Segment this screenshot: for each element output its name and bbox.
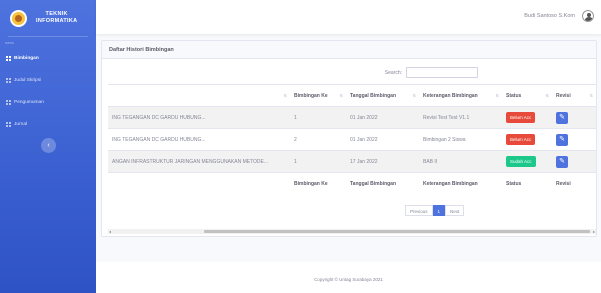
- column-header-status[interactable]: Status ⇅: [502, 84, 552, 107]
- logo-icon: [10, 9, 27, 27]
- table-row: ANGAN INFRASTRUKTUR JARINGAN MENGGUNAKAN…: [108, 150, 596, 173]
- footer-revisi: Revisi: [552, 172, 596, 195]
- column-header-keterangan[interactable]: Keterangan Bimbingan ⇅: [419, 84, 502, 107]
- cell-tanggal: 01 Jan 2022: [346, 106, 419, 129]
- footer-status: Status: [502, 172, 552, 195]
- table-header-row: ⇅ Bimbingan Ke ⇅ Tanggal Bimbingan ⇅ Keter…: [108, 84, 596, 107]
- footer-judul: [108, 172, 290, 195]
- footer-bimbingan-ke: Bimbingan Ke: [290, 172, 346, 195]
- status-badge[interactable]: Belum Acc: [506, 134, 536, 145]
- cell-keterangan: BAB II: [419, 150, 502, 173]
- cell-tanggal: 17 Jan 2022: [346, 150, 419, 173]
- search-label: Search:: [384, 69, 402, 76]
- grid-icon: [6, 77, 11, 83]
- search-box: Search:: [385, 67, 478, 78]
- cell-judul: ING TEGANGAN DC GARDU HUBUNG...: [108, 128, 290, 151]
- table-footer-row: Bimbingan Ke Tanggal Bimbingan Keteranga…: [108, 172, 596, 195]
- sidebar-item-label: Pengumuman: [14, 99, 44, 105]
- sidebar-heading: menu: [5, 41, 14, 45]
- sidebar-toggle-button[interactable]: ‹: [41, 138, 56, 153]
- sidebar-item-label: Judul Skripsi: [14, 77, 42, 83]
- sidebar-item-label: Bimbingan: [14, 55, 39, 61]
- grid-icon: [6, 55, 11, 61]
- sidebar-item-judul-skripsi[interactable]: Judul Skripsi: [0, 69, 96, 91]
- page-1-button[interactable]: 1: [432, 205, 446, 216]
- status-badge[interactable]: Sudah Acc: [506, 156, 536, 167]
- cell-tanggal: 01 Jan 2022: [346, 128, 419, 151]
- cell-judul: ING TEGANGAN DC GARDU HUBUNG...: [108, 106, 290, 129]
- status-badge[interactable]: Belum Acc: [506, 112, 536, 123]
- cell-status: Sudah Acc: [502, 150, 552, 173]
- sidebar-item-label: Jurnal: [14, 121, 28, 127]
- sidebar: TEKNIK INFORMATIKA menu Bimbingan Judul …: [0, 0, 96, 293]
- table-row: ING TEGANGAN DC GARDU HUBUNG... 2 01 Jan…: [108, 128, 596, 151]
- brand-text: TEKNIK INFORMATIKA: [36, 11, 77, 25]
- histori-card: Daftar Histori Bimbingan Search: ⇅ Bimbi…: [101, 40, 597, 237]
- table-row: ING TEGANGAN DC GARDU HUBUNG... 1 01 Jan…: [108, 106, 596, 129]
- topbar: Budi Santoso S.Kom: [96, 0, 601, 34]
- cell-keterangan: Revisi Test Test V1.1: [419, 106, 502, 129]
- sidebar-item-jurnal[interactable]: Jurnal: [0, 113, 96, 135]
- chevron-left-icon: ‹: [47, 142, 50, 149]
- copyright-text: Copyright © Untag Surabaya 2021: [314, 277, 383, 282]
- pagination: Previous 1 Next: [405, 205, 465, 216]
- grid-icon: [6, 121, 11, 127]
- cell-judul: ANGAN INFRASTRUKTUR JARINGAN MENGGUNAKAN…: [108, 150, 290, 173]
- next-button[interactable]: Next: [445, 205, 465, 216]
- edit-icon[interactable]: ✎: [556, 111, 568, 124]
- page-footer: Copyright © Untag Surabaya 2021: [96, 262, 601, 293]
- previous-button[interactable]: Previous: [405, 205, 433, 216]
- column-header-bimbingan-ke[interactable]: Bimbingan Ke ⇅: [290, 84, 346, 107]
- grid-icon: [6, 99, 11, 105]
- edit-icon[interactable]: ✎: [556, 133, 568, 146]
- column-header-revisi[interactable]: Revisi ⇅: [552, 84, 596, 107]
- user-avatar-icon[interactable]: [582, 10, 594, 22]
- cell-keterangan: Bimbingan 2 Siswa: [419, 128, 502, 151]
- cell-bimbingan-ke: 1: [290, 150, 346, 173]
- cell-bimbingan-ke: 2: [290, 128, 346, 151]
- cell-revisi: ✎: [552, 106, 596, 129]
- cell-bimbingan-ke: 1: [290, 106, 346, 129]
- user-name[interactable]: Budi Santoso S.Kom: [524, 13, 575, 19]
- edit-icon[interactable]: ✎: [556, 155, 568, 168]
- scrollbar-thumb[interactable]: [204, 230, 590, 233]
- scroll-left-icon[interactable]: ◂: [109, 229, 111, 234]
- scroll-right-icon[interactable]: ▸: [593, 229, 595, 234]
- brand-line2: INFORMATIKA: [36, 18, 78, 24]
- sidebar-item-pengumuman[interactable]: Pengumuman: [0, 91, 96, 113]
- footer-tanggal: Tanggal Bimbingan: [346, 172, 419, 195]
- column-header-judul[interactable]: ⇅: [108, 84, 290, 107]
- horizontal-scrollbar[interactable]: ◂ ▸: [108, 229, 596, 234]
- footer-keterangan: Keterangan Bimbingan: [419, 172, 502, 195]
- cell-revisi: ✎: [552, 150, 596, 173]
- sidebar-item-bimbingan[interactable]: Bimbingan: [0, 47, 96, 69]
- cell-status: Belum Acc: [502, 128, 552, 151]
- search-input[interactable]: [406, 67, 478, 78]
- cell-status: Belum Acc: [502, 106, 552, 129]
- brand[interactable]: TEKNIK INFORMATIKA: [0, 0, 96, 36]
- card-title: Daftar Histori Bimbingan: [102, 41, 596, 59]
- histori-table: ⇅ Bimbingan Ke ⇅ Tanggal Bimbingan ⇅ Keter…: [108, 84, 596, 195]
- cell-revisi: ✎: [552, 128, 596, 151]
- brand-line1: TEKNIK: [45, 11, 68, 17]
- column-header-tanggal[interactable]: Tanggal Bimbingan ⇅: [346, 84, 419, 107]
